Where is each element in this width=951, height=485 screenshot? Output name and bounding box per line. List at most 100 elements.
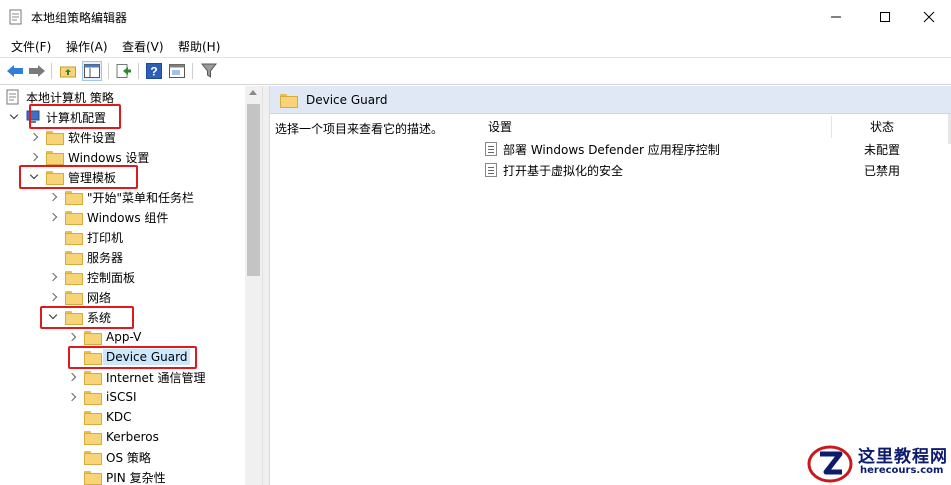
window-title: 本地组策略编辑器 <box>31 11 128 25</box>
tree-item-software-settings[interactable]: 软件设置 <box>28 127 116 147</box>
tree-item-server[interactable]: 服务器 <box>47 247 123 267</box>
chevron-right-icon[interactable] <box>66 391 78 403</box>
setting-row[interactable]: 打开基于虚拟化的安全 已禁用 <box>485 160 951 180</box>
tree-item-kerberos[interactable]: Kerberos <box>66 427 159 447</box>
chevron-down-icon[interactable] <box>8 111 20 123</box>
chevron-right-icon[interactable] <box>66 371 78 383</box>
folder-icon <box>65 311 83 325</box>
menu-help[interactable]: 帮助(H) <box>178 38 220 55</box>
tree-item-windows-settings[interactable]: Windows 设置 <box>28 147 149 167</box>
tree-item-pin-complexity[interactable]: PIN 复杂性 <box>66 467 166 485</box>
policy-app-icon <box>9 9 22 25</box>
console-tree[interactable]: 本地计算机 策略 计算机配置 软件设置 Windows 设置 管理模板 "开始"… <box>0 86 266 485</box>
forward-button[interactable] <box>27 61 47 81</box>
tree-item-iscsi[interactable]: iSCSI <box>66 387 137 407</box>
folder-icon <box>46 131 64 145</box>
tree-item-windows-components[interactable]: Windows 组件 <box>47 207 168 227</box>
folder-icon <box>84 331 102 345</box>
tree-item-label: iSCSI <box>106 390 137 404</box>
folder-icon <box>84 351 102 365</box>
tree-item-label: 服务器 <box>87 250 124 265</box>
toolbar-separator <box>192 63 193 79</box>
toolbar-separator <box>51 63 52 79</box>
tree-item-device-guard[interactable]: Device Guard <box>66 347 191 367</box>
scroll-up-arrow-icon[interactable] <box>249 90 257 95</box>
chevron-right-icon[interactable] <box>47 211 59 223</box>
folder-icon <box>65 231 83 245</box>
column-header-setting[interactable]: 设置 <box>488 118 512 135</box>
folder-icon <box>65 271 83 285</box>
chevron-right-icon[interactable] <box>47 271 59 283</box>
help-button[interactable]: ? <box>144 61 164 81</box>
export-list-button[interactable] <box>114 61 134 81</box>
properties-button[interactable] <box>167 61 187 81</box>
column-header-state[interactable]: 状态 <box>870 118 894 135</box>
tree-root[interactable]: 本地计算机 策略 <box>6 87 114 107</box>
filter-button[interactable] <box>199 61 219 81</box>
tree-item-label: Kerberos <box>106 430 159 444</box>
maximize-button[interactable] <box>862 0 908 34</box>
chevron-right-icon[interactable] <box>66 331 78 343</box>
chevron-right-icon[interactable] <box>47 291 59 303</box>
tree-item-label: KDC <box>106 410 132 424</box>
forward-arrow-icon <box>29 65 45 77</box>
chevron-right-icon[interactable] <box>47 191 59 203</box>
tree-item-label: App-V <box>106 330 142 344</box>
tree-item-label: 控制面板 <box>87 270 136 285</box>
tree-item-label: Windows 组件 <box>87 210 169 225</box>
tree-scrollbar[interactable] <box>245 86 262 485</box>
tree-item-os-policy[interactable]: OS 策略 <box>66 447 151 467</box>
folder-icon <box>46 171 64 185</box>
folder-icon <box>84 391 102 405</box>
tree-item-label: Internet 通信管理 <box>106 370 206 385</box>
tree-item-system[interactable]: 系统 <box>47 307 111 327</box>
chevron-down-icon[interactable] <box>28 171 40 183</box>
show-tree-button[interactable] <box>82 61 102 81</box>
menu-file[interactable]: 文件(F) <box>11 38 51 55</box>
menu-action[interactable]: 操作(A) <box>66 38 108 55</box>
back-button[interactable] <box>5 61 25 81</box>
setting-name: 打开基于虚拟化的安全 <box>503 163 624 178</box>
folder-up-icon <box>60 66 76 78</box>
tree-item-label: 系统 <box>87 310 112 325</box>
column-divider[interactable] <box>831 116 832 138</box>
minimize-button[interactable] <box>813 0 859 34</box>
tree-item-start-menu[interactable]: "开始"菜单和任务栏 <box>47 187 194 207</box>
tree-item-admin-templates[interactable]: 管理模板 <box>28 167 116 187</box>
policy-setting-icon <box>485 163 497 177</box>
maximize-icon <box>880 12 890 22</box>
folder-icon <box>84 471 102 485</box>
tree-item-label: 计算机配置 <box>46 110 107 125</box>
chevron-right-icon[interactable] <box>28 151 40 163</box>
tree-item-app-v[interactable]: App-V <box>66 327 141 347</box>
chevron-down-icon[interactable] <box>47 311 59 323</box>
pane-splitter[interactable] <box>262 86 270 485</box>
menu-view[interactable]: 查看(V) <box>122 38 164 55</box>
setting-name: 部署 Windows Defender 应用程序控制 <box>503 142 720 157</box>
up-level-button[interactable] <box>58 61 78 81</box>
description-text: 选择一个项目来查看它的描述。 <box>275 122 444 136</box>
tree-item-label: OS 策略 <box>106 450 151 465</box>
toolbar-separator <box>138 63 139 79</box>
tree-item-label: PIN 复杂性 <box>106 470 166 485</box>
tree-item-printers[interactable]: 打印机 <box>47 227 123 247</box>
export-icon <box>116 64 131 78</box>
close-button[interactable] <box>906 0 951 34</box>
setting-row[interactable]: 部署 Windows Defender 应用程序控制 未配置 <box>485 139 951 159</box>
tree-item-internet-comm[interactable]: Internet 通信管理 <box>66 367 205 387</box>
close-icon <box>923 11 935 23</box>
watermark: 这里教程网 herecours.com <box>806 440 951 485</box>
tree-item-computer-config[interactable]: 计算机配置 <box>8 107 106 127</box>
chevron-right-icon[interactable] <box>28 131 40 143</box>
details-pane: Device Guard 选择一个项目来查看它的描述。 设置 状态 部署 Win… <box>270 86 951 485</box>
tree-item-label: 网络 <box>87 290 112 305</box>
tree-item-network[interactable]: 网络 <box>47 287 111 307</box>
folder-icon <box>65 291 83 305</box>
tree-scrollbar-thumb[interactable] <box>247 104 260 276</box>
tree-item-kdc[interactable]: KDC <box>66 407 132 427</box>
folder-icon <box>46 151 64 165</box>
tree-item-label: 管理模板 <box>68 170 117 185</box>
folder-icon <box>84 411 102 425</box>
tree-item-control-panel[interactable]: 控制面板 <box>47 267 135 287</box>
toolbar: ? <box>0 57 951 85</box>
